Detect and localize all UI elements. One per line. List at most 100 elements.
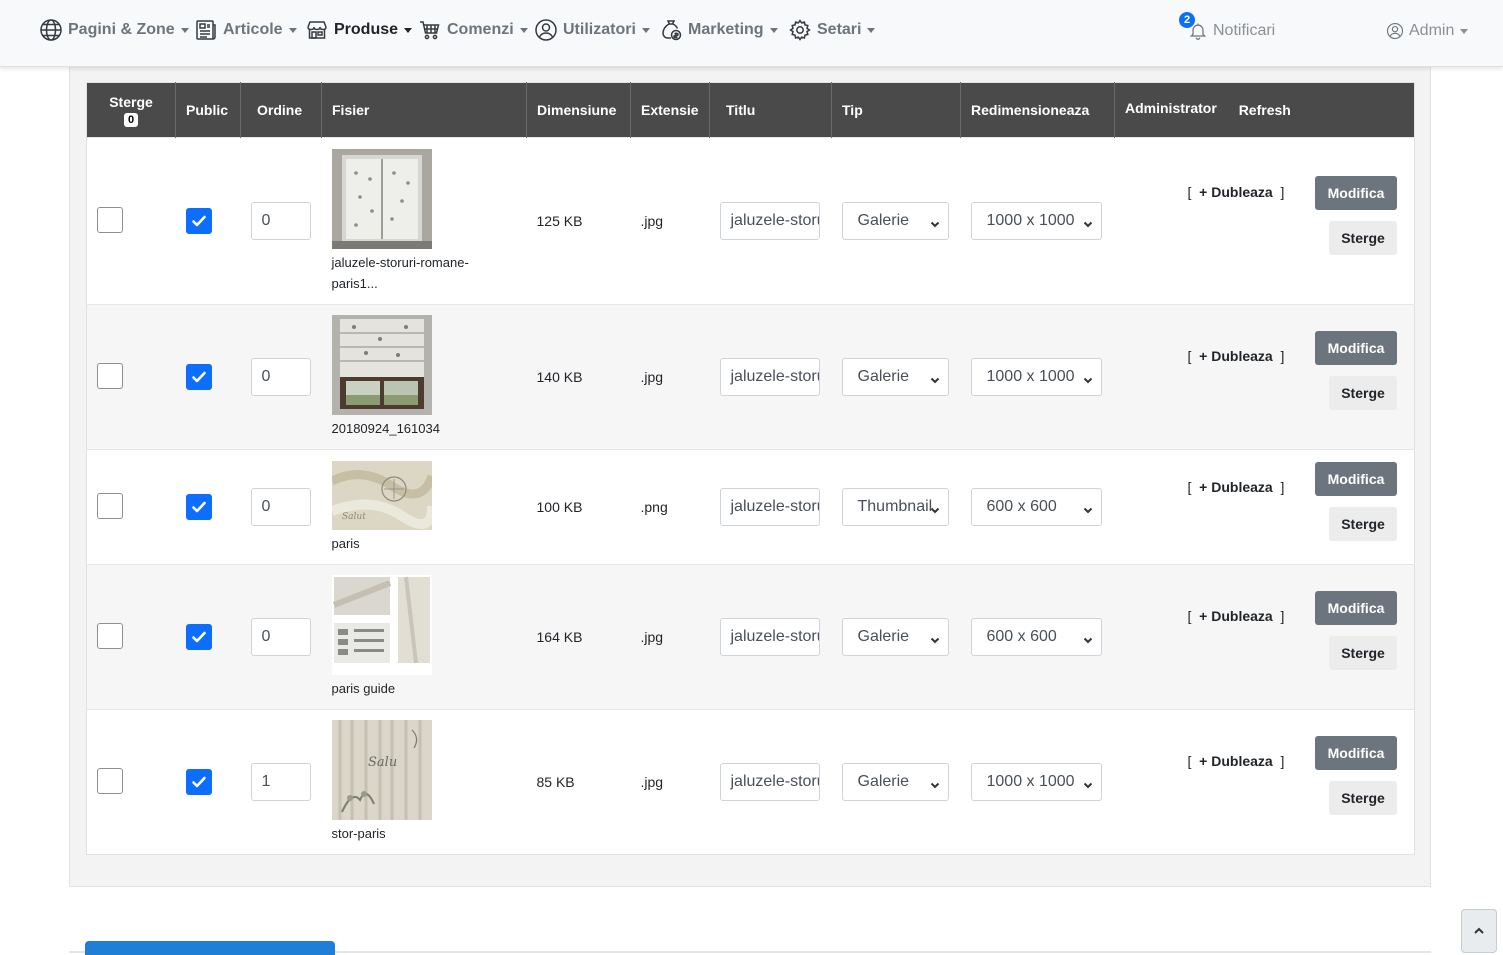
duplicate-label: + Dubleaza [1199,608,1273,624]
cell-extension: .jpg [630,304,710,450]
table-row: 0 20180924_161034 140 KB .jpg jaluzele-storu… [86,304,1415,450]
order-input[interactable]: 0 [250,618,311,656]
cell-delete [86,304,176,450]
delete-button[interactable]: Sterge [1329,376,1397,410]
edit-button[interactable]: Modifica [1315,591,1397,625]
duplicate-link[interactable]: [ + Dubleaza ] [1188,348,1285,364]
checkmark-icon [191,631,206,643]
duplicate-label: + Dubleaza [1199,479,1273,495]
col-extensie: Extensie [630,82,710,138]
resize-select[interactable]: 600 x 600 [970,488,1102,526]
delete-button[interactable]: Sterge [1329,221,1397,255]
title-input[interactable]: jaluzele-storuri [719,202,820,240]
cell-title: jaluzele-storuri [709,304,832,450]
resize-select[interactable]: 600 x 600 [970,618,1102,656]
cell-extension: .jpg [630,137,710,305]
file-thumbnail[interactable] [331,315,432,415]
nav-label: Produse [334,21,399,38]
edit-button[interactable]: Modifica [1315,462,1397,496]
order-input[interactable]: 0 [250,488,311,526]
chevron-down-icon [930,216,940,228]
nav-label: Comenzi [447,21,514,38]
caret-down-icon [180,27,189,33]
nav-articole[interactable]: Articole [194,16,297,44]
file-size: 85 KB [536,774,575,790]
cell-title: jaluzele-storuri [709,137,832,305]
nav-pagini-zone[interactable]: Pagini & Zone [39,16,189,44]
title-input[interactable]: jaluzele-storuri [719,618,820,656]
cell-admin: [ + Dubleaza ] Modifica Sterge [1114,709,1415,855]
file-name: 20180924_161034 [331,421,440,436]
nav-marketing[interactable]: Marketing [659,16,778,44]
cell-type: Galerie [831,709,961,855]
nav-comenzi[interactable]: Comenzi [418,16,528,44]
order-input[interactable]: 0 [250,202,311,240]
caret-down-icon [867,27,876,33]
duplicate-link[interactable]: [ + Dubleaza ] [1188,608,1285,624]
cell-type: Galerie [831,137,961,305]
cell-public [175,564,241,710]
newspaper-icon [196,20,216,40]
duplicate-link[interactable]: [ + Dubleaza ] [1188,753,1285,769]
cell-title: jaluzele-storuri [709,449,832,565]
chevron-down-icon [930,502,940,514]
type-select-value: Galerie [857,368,910,385]
title-input[interactable]: jaluzele-storuri [719,358,820,396]
delete-button[interactable]: Sterge [1329,507,1397,541]
cell-size: 125 KB [526,137,631,305]
file-thumbnail[interactable] [331,575,432,675]
title-input[interactable]: jaluzele-storuri [719,763,820,801]
cell-type: Galerie [831,304,961,450]
type-select[interactable]: Galerie [841,763,949,801]
svg-text:Salut: Salut [342,512,366,522]
nav-account[interactable]: Admin [1386,17,1469,45]
type-select[interactable]: Thumbnail [841,488,949,526]
resize-select[interactable]: 1000 x 1000 [970,202,1102,240]
delete-checkbox[interactable] [97,362,123,389]
public-checkbox[interactable] [185,364,212,390]
delete-checkbox[interactable] [97,767,123,794]
refresh-link[interactable]: Refresh [1239,102,1291,118]
cell-order: 1 [240,709,322,855]
title-input[interactable]: jaluzele-storuri [719,488,820,526]
nav-produse[interactable]: Produse [305,16,413,44]
col-administrator-label: Administrator [1125,100,1217,116]
duplicate-link[interactable]: [ + Dubleaza ] [1188,479,1285,495]
cell-extension: .png [630,449,710,565]
delete-checkbox[interactable] [97,492,123,519]
delete-button[interactable]: Sterge [1329,781,1397,815]
file-extension: .png [640,499,668,515]
scroll-to-top-button[interactable] [1461,909,1497,953]
public-checkbox[interactable] [185,769,212,795]
cell-delete [86,137,176,305]
file-thumbnail[interactable]: Salut [331,460,432,530]
nav-setari[interactable]: Setari [788,16,876,44]
delete-checkbox[interactable] [97,622,123,649]
file-thumbnail[interactable]: Salu [331,720,432,820]
edit-button[interactable]: Modifica [1315,736,1397,770]
file-thumbnail[interactable] [331,148,432,249]
duplicate-label: + Dubleaza [1199,753,1273,769]
edit-button[interactable]: Modifica [1315,331,1397,365]
nav-utilizatori[interactable]: Utilizatori [534,16,650,44]
delete-checkbox[interactable] [97,206,123,233]
nav-notifications[interactable]: 2 Notificari [1179,12,1275,45]
shop-icon [307,21,327,39]
resize-select[interactable]: 1000 x 1000 [970,358,1102,396]
type-select[interactable]: Galerie [841,358,949,396]
public-checkbox[interactable] [185,494,212,520]
edit-button[interactable]: Modifica [1315,176,1397,210]
duplicate-link[interactable]: [ + Dubleaza ] [1188,184,1285,200]
cell-type: Galerie [831,564,961,710]
cart-icon [420,21,440,40]
col-sterge: Sterge 0 [86,82,176,138]
public-checkbox[interactable] [185,624,212,650]
public-checkbox[interactable] [185,208,212,234]
type-select[interactable]: Galerie [841,202,949,240]
order-input[interactable]: 1 [250,763,311,801]
order-input[interactable]: 0 [250,358,311,396]
cell-file: Salut paris [321,449,527,565]
resize-select[interactable]: 1000 x 1000 [970,763,1102,801]
delete-button[interactable]: Sterge [1329,636,1397,670]
type-select[interactable]: Galerie [841,618,949,656]
